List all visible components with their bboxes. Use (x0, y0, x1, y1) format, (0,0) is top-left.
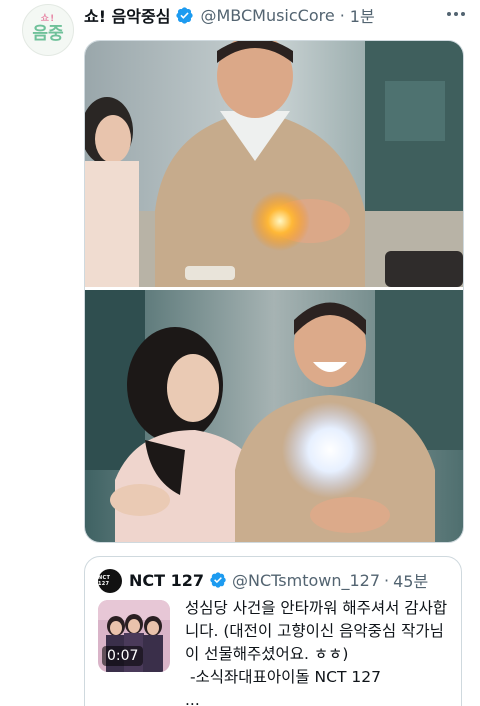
quoted-video-thumbnail[interactable]: 0:07 (98, 600, 170, 672)
quoted-tweet-header: NCT 127 @NCTsmtown_127 · 45분 (129, 568, 428, 592)
handle[interactable]: @MBCMusicCore (200, 6, 334, 25)
photo-2[interactable] (85, 290, 463, 542)
more-options-icon[interactable] (444, 6, 468, 22)
tweet[interactable]: 쇼! 음중 쇼! 음악중심 @MBCMusicCore · 1분 NCT 127… (0, 0, 480, 706)
quoted-timestamp[interactable]: 45분 (393, 568, 428, 592)
photo-2-image (85, 290, 463, 542)
quoted-tweet[interactable]: NCT 127 NCT 127 @NCTsmtown_127 · 45분 0:0… (84, 556, 462, 706)
quoted-verified-badge-icon (210, 572, 226, 588)
quoted-separator-dot: · (384, 570, 390, 590)
avatar-logo-top: 쇼! (40, 14, 56, 24)
account-avatar[interactable]: 쇼! 음중 (22, 4, 74, 56)
avatar-logo: 쇼! 음중 (23, 15, 73, 43)
media-grid (84, 40, 464, 543)
photo-1[interactable] (85, 41, 463, 287)
separator-dot: · (339, 5, 345, 25)
quoted-account-avatar[interactable]: NCT 127 (98, 569, 122, 593)
photo-1-image (85, 41, 463, 287)
timestamp[interactable]: 1분 (350, 3, 375, 27)
display-name[interactable]: 쇼! 음악중심 (84, 3, 170, 27)
tweet-header: 쇼! 음악중심 @MBCMusicCore · 1분 (84, 3, 375, 27)
video-duration: 0:07 (102, 646, 144, 666)
verified-badge-icon (176, 6, 194, 24)
quoted-display-name[interactable]: NCT 127 (129, 571, 204, 590)
avatar-logo-main: 음중 (32, 24, 64, 44)
quoted-tweet-text: 성심당 사건을 안타까워 해주셔서 감사합니다. (대전이 고향이신 음악중심 … (185, 599, 448, 706)
quoted-handle[interactable]: @NCTsmtown_127 (232, 571, 380, 590)
